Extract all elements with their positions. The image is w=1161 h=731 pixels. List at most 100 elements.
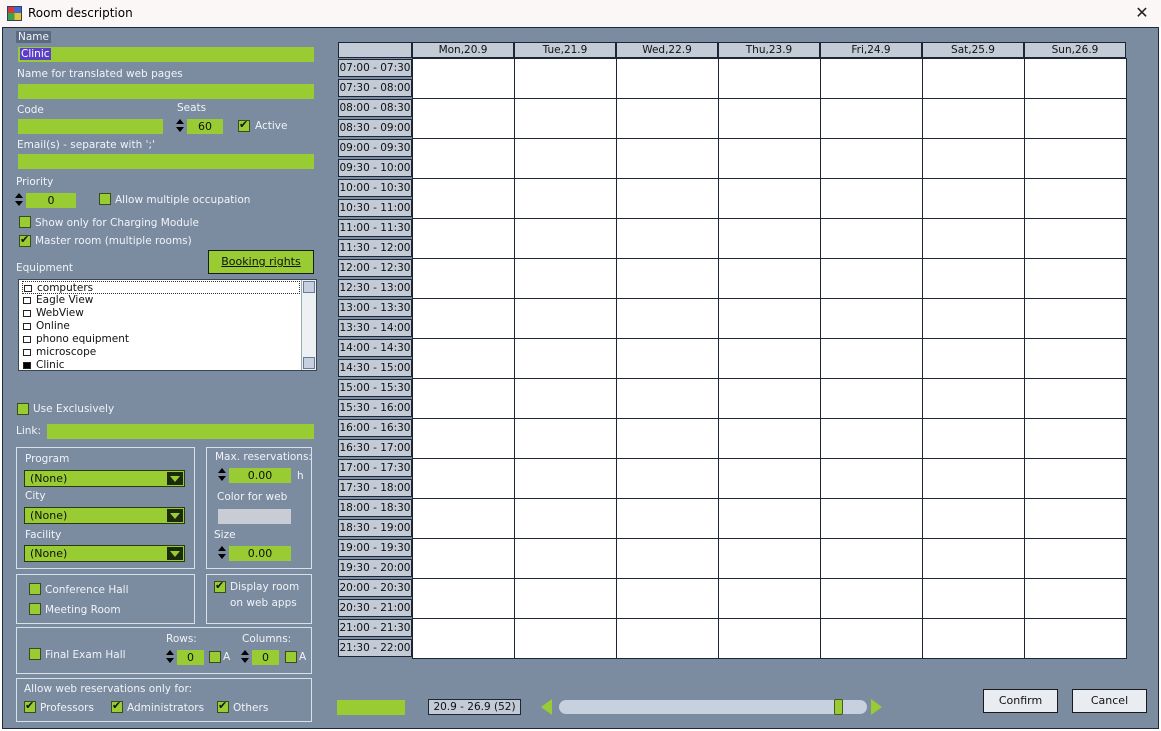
equipment-checkbox[interactable]	[23, 323, 31, 330]
equipment-item[interactable]: WebView	[22, 307, 84, 320]
calendar-time-label: 20:30 - 21:00	[338, 599, 412, 617]
week-slider[interactable]	[559, 699, 867, 715]
link-label: Link:	[16, 425, 42, 437]
prev-week-icon[interactable]	[541, 699, 552, 715]
administrators-checkbox[interactable]	[111, 699, 123, 713]
equipment-item[interactable]: microscope	[22, 346, 96, 359]
columns-a-label: A	[299, 651, 307, 663]
booking-rights-button[interactable]: Booking rights	[208, 250, 314, 274]
grid-row-divider	[413, 218, 1127, 219]
grid-row-divider	[413, 418, 1127, 419]
conference-hall-checkbox[interactable]	[29, 583, 41, 595]
equipment-item[interactable]: computers	[22, 281, 300, 294]
calendar-time-label: 09:00 - 09:30	[338, 139, 412, 157]
calendar-day-header: Tue,21.9	[514, 42, 616, 58]
equipment-checkbox[interactable]	[23, 297, 31, 304]
max-reservations-unit: h	[297, 470, 304, 482]
calendar-time-label: 18:00 - 18:30	[338, 499, 412, 517]
grid-row-divider	[413, 578, 1127, 579]
priority-spinner-icon[interactable]	[15, 192, 23, 208]
translated-name-input[interactable]	[18, 84, 314, 99]
calendar-time-label: 19:00 - 19:30	[338, 539, 412, 557]
use-exclusively-checkbox[interactable]	[17, 403, 29, 415]
calendar-time-label: 18:30 - 19:00	[338, 519, 412, 537]
week-slider-thumb[interactable]	[834, 699, 844, 715]
calendar-time-label: 10:30 - 11:00	[338, 199, 412, 217]
columns-spinner-icon[interactable]	[241, 649, 249, 665]
columns-a-checkbox[interactable]	[285, 651, 297, 663]
allow-multiple-checkbox[interactable]	[99, 193, 111, 205]
size-label: Size	[214, 529, 236, 541]
rows-spinner-icon[interactable]	[166, 649, 174, 665]
calendar-day-header: Thu,23.9	[718, 42, 820, 58]
grid-column-divider	[514, 59, 515, 659]
grid-row-divider	[413, 298, 1127, 299]
program-select[interactable]: (None)	[24, 470, 185, 487]
rows-label: Rows:	[166, 633, 197, 645]
code-input[interactable]	[18, 119, 163, 134]
calendar-time-label: 12:00 - 12:30	[338, 259, 412, 277]
calendar-time-label: 10:00 - 10:30	[338, 179, 412, 197]
priority-label: Priority	[16, 176, 54, 188]
master-room-checkbox[interactable]	[19, 233, 31, 247]
next-week-icon[interactable]	[871, 699, 882, 715]
seats-spinner-icon[interactable]	[176, 118, 184, 134]
professors-checkbox[interactable]	[24, 699, 36, 713]
calendar-day-header: Wed,22.9	[616, 42, 718, 58]
equipment-item-label: Eagle View	[36, 294, 94, 306]
equipment-list[interactable]: computers Eagle View WebView Online phono eq…	[18, 279, 317, 371]
equipment-checkbox[interactable]	[24, 285, 32, 292]
equipment-checkbox[interactable]	[23, 336, 31, 343]
facility-select[interactable]: (None)	[24, 545, 185, 562]
grid-row-divider	[413, 618, 1127, 619]
final-exam-checkbox[interactable]	[29, 648, 41, 660]
seats-input[interactable]: 60	[187, 119, 223, 134]
calendar-day-header: Fri,24.9	[820, 42, 922, 58]
grid-row-divider	[413, 258, 1127, 259]
rows-a-checkbox[interactable]	[209, 651, 221, 663]
grid-row-divider	[413, 98, 1127, 99]
equipment-checkbox[interactable]	[23, 310, 31, 317]
display-room-checkbox[interactable]	[214, 579, 226, 593]
confirm-button[interactable]: Confirm	[983, 689, 1058, 713]
max-reservations-input[interactable]: 0.00	[229, 468, 291, 483]
charging-module-checkbox[interactable]	[19, 216, 31, 228]
equipment-checkbox[interactable]	[23, 349, 31, 356]
cancel-button[interactable]: Cancel	[1072, 689, 1147, 713]
equipment-scrollbar[interactable]	[301, 280, 316, 370]
equipment-item[interactable]: Clinic	[22, 359, 65, 372]
calendar-time-label: 12:30 - 13:00	[338, 279, 412, 297]
equipment-item[interactable]: phono equipment	[22, 333, 129, 346]
translated-name-label: Name for translated web pages	[17, 68, 183, 80]
scroll-down-icon[interactable]	[303, 357, 315, 369]
size-input[interactable]: 0.00	[229, 546, 291, 561]
scroll-up-icon[interactable]	[303, 281, 315, 293]
max-reservations-spinner-icon[interactable]	[218, 467, 226, 483]
chevron-down-icon	[167, 472, 183, 485]
program-select-value: (None)	[30, 472, 68, 485]
charging-module-label: Show only for Charging Module	[35, 217, 199, 229]
equipment-item-label: phono equipment	[36, 333, 129, 345]
facility-select-value: (None)	[30, 547, 68, 560]
name-input[interactable]: Clinic	[18, 47, 314, 62]
grid-row-divider	[413, 538, 1127, 539]
color-for-web-swatch[interactable]	[218, 509, 291, 524]
columns-input[interactable]: 0	[252, 650, 279, 665]
meeting-room-checkbox[interactable]	[29, 603, 41, 615]
priority-input[interactable]: 0	[26, 193, 76, 208]
rows-input[interactable]: 0	[177, 650, 204, 665]
equipment-item[interactable]: Eagle View	[22, 294, 93, 307]
active-checkbox[interactable]	[238, 118, 250, 132]
link-input[interactable]	[47, 424, 314, 439]
equipment-item[interactable]: Online	[22, 320, 70, 333]
city-select[interactable]: (None)	[24, 507, 185, 524]
size-spinner-icon[interactable]	[218, 545, 226, 561]
email-input[interactable]	[18, 154, 314, 169]
calendar-time-label: 21:30 - 22:00	[338, 639, 412, 657]
equipment-checkbox[interactable]	[23, 362, 31, 369]
equipment-item-label: WebView	[36, 307, 84, 319]
others-checkbox[interactable]	[217, 699, 229, 713]
calendar-grid[interactable]	[412, 58, 1127, 659]
calendar-time-label: 08:00 - 08:30	[338, 99, 412, 117]
close-icon[interactable]: ✕	[1132, 3, 1152, 23]
